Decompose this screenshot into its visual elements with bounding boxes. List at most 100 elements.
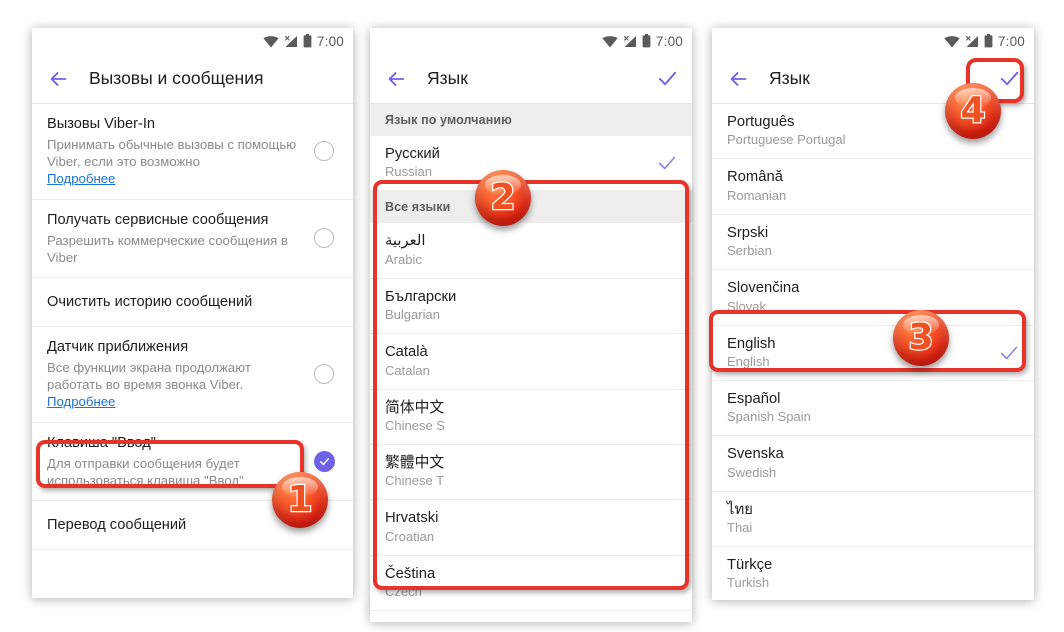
learn-more-link[interactable]: Подробнее <box>47 393 115 410</box>
language-native-name: 繁體中文 <box>385 454 445 471</box>
app-bar: Язык <box>370 54 692 104</box>
app-bar: Вызовы и сообщения <box>32 54 353 104</box>
language-english-name: Thai <box>727 520 753 536</box>
language-row[interactable]: Español Spanish Spain <box>712 380 1034 437</box>
setting-title: Датчик приближения <box>47 338 189 355</box>
language-english-name: Romanian <box>727 187 787 203</box>
language-english-name: Czech <box>385 584 422 600</box>
confirm-checkmark-icon[interactable] <box>656 67 679 90</box>
signal-no-service-icon <box>284 35 297 47</box>
row-control[interactable] <box>309 141 339 162</box>
step-badge-number: 3 <box>907 317 934 358</box>
setting-title: Получать сервисные сообщения <box>47 211 269 228</box>
language-native-name: Català <box>385 344 428 361</box>
language-row[interactable]: 繁體中文 Chinese T <box>370 444 692 501</box>
row-text: Вызовы Viber-In Принимать обычные вызовы… <box>47 115 303 188</box>
signal-no-service-icon <box>965 35 978 47</box>
confirm-checkmark-icon[interactable] <box>998 67 1021 90</box>
language-row[interactable]: Català Catalan <box>370 334 692 390</box>
section-header-default-language: Язык по умолчанию <box>370 104 692 136</box>
language-text: Slovenčina Slovak <box>727 279 1020 315</box>
language-row[interactable]: 简体中文 Chinese S <box>370 389 692 445</box>
language-native-name: Čeština <box>385 565 436 582</box>
step-badge-number: 4 <box>959 90 986 131</box>
language-row[interactable]: ไทย Thai <box>712 491 1034 547</box>
row-text: Клавиша "Ввод" Для отправки сообщения бу… <box>47 434 303 489</box>
language-english-name: Spanish Spain <box>727 409 811 425</box>
language-row-default[interactable]: Русский Russian <box>370 136 692 192</box>
language-row[interactable]: Hrvatski Croatian <box>370 500 692 556</box>
language-text: 简体中文 Chinese S <box>385 399 678 435</box>
language-text: Español Spanish Spain <box>727 390 1020 426</box>
section-header-all-languages: Все языки <box>370 191 692 224</box>
language-text: العربية Arabic <box>385 232 678 268</box>
step-badge-4: 4 <box>945 83 1001 139</box>
setting-subtitle: Все функции экрана продолжают работать в… <box>47 359 251 392</box>
language-english-name: Catalan <box>385 362 430 378</box>
language-english-name: Swedish <box>727 464 777 480</box>
language-native-name: Hrvatski <box>385 510 439 527</box>
page-title: Язык <box>769 68 810 88</box>
language-english-name: Slovak <box>727 298 767 314</box>
language-text: Hrvatski Croatian <box>385 509 678 545</box>
back-arrow-icon[interactable] <box>385 68 407 90</box>
language-text: Български Bulgarian <box>385 288 678 324</box>
back-arrow-icon[interactable] <box>727 68 749 90</box>
language-row[interactable]: Srpski Serbian <box>712 214 1034 271</box>
step-badge-2: 2 <box>475 170 531 226</box>
learn-more-link[interactable]: Подробнее <box>47 170 115 187</box>
language-row[interactable]: Svenska Swedish <box>712 436 1034 492</box>
language-row[interactable]: Български Bulgarian <box>370 278 692 335</box>
language-text: Čeština Czech <box>385 565 678 601</box>
status-bar: 7:00 <box>712 28 1034 54</box>
selected-checkmark-icon <box>658 156 676 170</box>
setting-row-clear-history[interactable]: Очистить историю сообщений <box>32 277 353 327</box>
setting-subtitle: Разрешить коммерческие сообщения в Viber <box>47 232 288 265</box>
language-text: ไทย Thai <box>727 501 1020 537</box>
language-list: Português Portuguese Portugal Română Rom… <box>712 104 1034 600</box>
language-list: العربية Arabic Български Bulgarian Catal… <box>370 223 692 611</box>
checkbox-checked-icon[interactable] <box>313 450 335 472</box>
language-native-name: العربية <box>385 233 426 250</box>
battery-icon <box>303 34 312 48</box>
language-text: Català Catalan <box>385 343 678 379</box>
step-badge-3: 3 <box>893 310 949 366</box>
language-english-name: Croatian <box>385 528 435 544</box>
language-english-name: Arabic <box>385 251 422 267</box>
wifi-icon <box>944 35 960 47</box>
screenshot-stage: 7:00 Вызовы и сообщения Вызовы Viber-In … <box>0 0 1064 632</box>
step-badge-1: 1 <box>272 472 328 528</box>
step-badge-number: 2 <box>489 177 516 218</box>
row-control[interactable] <box>309 228 339 249</box>
language-text: Srpski Serbian <box>727 224 1020 260</box>
page-title: Вызовы и сообщения <box>89 68 264 88</box>
setting-row-service-messages[interactable]: Получать сервисные сообщения Разрешить к… <box>32 199 353 278</box>
language-native-name: Slovenčina <box>727 280 800 297</box>
battery-icon <box>642 34 651 48</box>
language-row[interactable]: Română Romanian <box>712 159 1034 215</box>
battery-icon <box>984 34 993 48</box>
language-native-name: Română <box>727 169 783 186</box>
checkbox-unchecked-icon[interactable] <box>314 141 334 162</box>
language-row[interactable]: Slovenčina Slovak <box>712 270 1034 326</box>
setting-row-viber-in[interactable]: Вызовы Viber-In Принимать обычные вызовы… <box>32 104 353 200</box>
wifi-icon <box>263 35 279 47</box>
language-text: 繁體中文 Chinese T <box>385 454 678 490</box>
setting-subtitle: Для отправки сообщения будет использоват… <box>47 455 244 488</box>
setting-title: Клавиша "Ввод" <box>47 434 156 451</box>
language-row[interactable]: Čeština Czech <box>370 555 692 611</box>
language-native-name: Русский <box>385 146 440 162</box>
row-text: Датчик приближения Все функции экрана пр… <box>47 338 303 411</box>
language-english-name: Bulgarian <box>385 307 440 323</box>
setting-row-proximity-sensor[interactable]: Датчик приближения Все функции экрана пр… <box>32 326 353 423</box>
signal-no-service-icon <box>623 35 636 47</box>
language-row[interactable]: العربية Arabic <box>370 223 692 279</box>
checkbox-unchecked-icon[interactable] <box>314 228 334 249</box>
row-control[interactable] <box>309 364 339 385</box>
language-text: Română Romanian <box>727 168 1020 204</box>
language-row[interactable]: Türkçe Turkish <box>712 547 1034 600</box>
back-arrow-icon[interactable] <box>47 68 69 90</box>
checkbox-unchecked-icon[interactable] <box>314 364 334 385</box>
language-row-english-selected[interactable]: English English <box>712 325 1034 381</box>
row-control[interactable] <box>309 450 339 472</box>
